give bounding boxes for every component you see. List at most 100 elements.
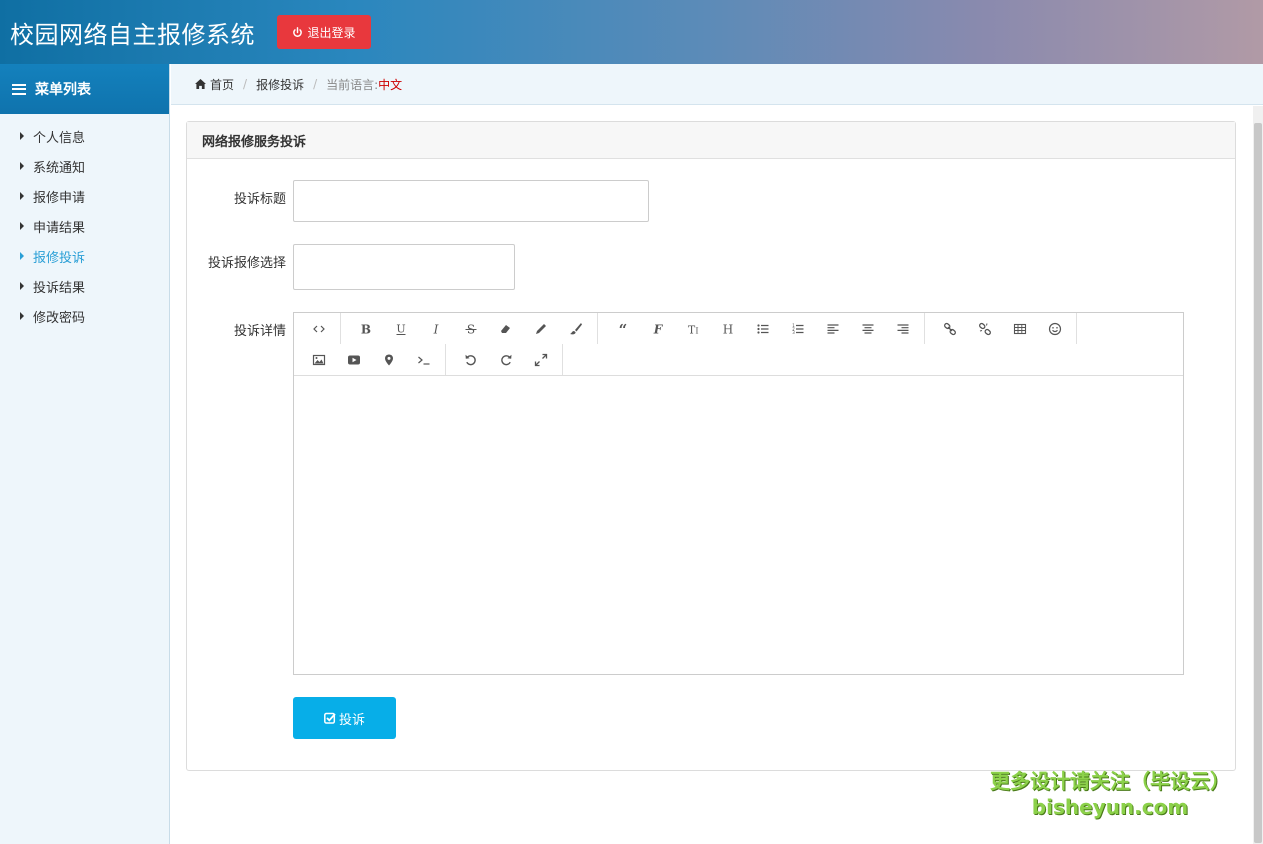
complaint-detail-editor[interactable] [294, 376, 1183, 674]
blockquote-button[interactable]: “ [605, 315, 640, 343]
image-icon [312, 354, 325, 365]
blockquote-icon: “ [618, 322, 627, 336]
list-icon [12, 83, 26, 95]
align-center-icon [862, 323, 873, 334]
table-icon [1013, 323, 1026, 334]
location-icon [384, 354, 393, 365]
toolbar-group: BUIS [341, 313, 598, 344]
fullscreen-button[interactable] [523, 346, 558, 374]
breadcrumb-home-link[interactable]: 首页 [210, 76, 234, 93]
sidebar-item-label: 申请结果 [33, 220, 86, 236]
complaint-title-label: 投诉标题 [233, 192, 286, 207]
svg-text:3: 3 [792, 330, 795, 335]
emoji-icon [1048, 322, 1061, 335]
sidebar-item-notifications[interactable]: 系统通知 [0, 151, 169, 181]
italic-icon: I [432, 322, 438, 336]
sidebar-heading: 菜单列表 [35, 82, 91, 98]
complaint-detail-label: 投诉详情 [233, 324, 286, 339]
repair-select-field[interactable] [293, 244, 515, 290]
brush-button[interactable] [558, 315, 593, 343]
align-left-button[interactable] [815, 315, 850, 343]
top-header: 校园网络自主报修系统 退出登录 [0, 0, 1263, 64]
submit-complaint-button[interactable]: 投诉 [293, 697, 396, 739]
eraser-icon [500, 324, 510, 333]
pencil-button[interactable] [523, 315, 558, 343]
svg-text:F: F [652, 322, 663, 336]
link-button[interactable] [932, 315, 967, 343]
watermark-line2: bisheyun.com [1031, 795, 1189, 819]
eraser-button[interactable] [488, 315, 523, 343]
main-content: 网络报修服务投诉 投诉标题 投诉报修选择 投诉详情 B U I S “ F T I H 1 2 3 投… [171, 106, 1253, 844]
redo-icon [500, 354, 511, 365]
toolbar-group [294, 313, 341, 344]
sidebar-item-repair-complaint[interactable]: 报修投诉 [0, 241, 169, 271]
language-value[interactable]: 中文 [378, 76, 402, 93]
font-size-button[interactable]: TI [675, 315, 710, 343]
logout-label: 退出登录 [307, 25, 356, 40]
fullscreen-icon [534, 353, 547, 366]
strikethrough-button[interactable]: S [453, 315, 488, 343]
sidebar-item-repair-request[interactable]: 报修申请 [0, 181, 169, 211]
caret-right-icon [20, 312, 24, 320]
power-icon [293, 26, 303, 37]
undo-button[interactable] [453, 346, 488, 374]
video-button[interactable] [336, 346, 371, 374]
complaint-panel: 网络报修服务投诉 投诉标题 投诉报修选择 投诉详情 B U I S “ F T I H 1 2 3 投… [186, 121, 1236, 771]
undo-icon [465, 354, 476, 365]
svg-text:“: “ [618, 322, 627, 336]
redo-button[interactable] [488, 346, 523, 374]
breadcrumb: 首页 / 报修投诉 / 当前语言: 中文 [171, 64, 1263, 105]
svg-text:B: B [360, 322, 370, 336]
sidebar-item-complaint-results[interactable]: 投诉结果 [0, 271, 169, 301]
toolbar-group [294, 344, 446, 375]
align-right-button[interactable] [885, 315, 920, 343]
toolbar-group [446, 344, 563, 375]
bold-icon: B [360, 322, 370, 336]
breadcrumb-separator: / [243, 77, 248, 91]
code-view-button[interactable] [301, 315, 336, 343]
unlink-button[interactable] [967, 315, 1002, 343]
watermark-line1: 更多设计请关注（毕设云） [990, 769, 1230, 793]
ordered-list-button[interactable]: 123 [780, 315, 815, 343]
sidebar-item-label: 系统通知 [33, 160, 86, 176]
video-icon [347, 355, 360, 364]
font-button[interactable]: F [640, 315, 675, 343]
underline-button[interactable]: U [383, 315, 418, 343]
image-button[interactable] [301, 346, 336, 374]
watermark: 更多设计请关注（毕设云） bisheyun.com [980, 766, 1240, 818]
svg-text:I: I [432, 322, 438, 336]
code-block-icon [417, 356, 429, 365]
repair-select-label: 投诉报修选择 [207, 256, 286, 271]
sidebar-item-change-password[interactable]: 修改密码 [0, 301, 169, 331]
breadcrumb-current[interactable]: 报修投诉 [256, 76, 304, 93]
table-button[interactable] [1002, 315, 1037, 343]
ordered-list-icon: 123 [792, 323, 803, 335]
brush-icon [569, 322, 582, 334]
italic-button[interactable]: I [418, 315, 453, 343]
bold-button[interactable]: B [348, 315, 383, 343]
home-icon [195, 79, 206, 89]
location-button[interactable] [371, 346, 406, 374]
sidebar-header: 菜单列表 [0, 64, 169, 114]
font-size-icon: TI [687, 323, 698, 336]
emoji-button[interactable] [1037, 315, 1072, 343]
heading-button[interactable]: H [710, 315, 745, 343]
unordered-list-button[interactable] [745, 315, 780, 343]
logout-button[interactable]: 退出登录 [277, 15, 371, 49]
caret-right-icon [20, 222, 24, 230]
language-label: 当前语言: [326, 77, 379, 92]
underline-icon: U [396, 322, 405, 335]
scrollbar-thumb[interactable] [1254, 123, 1262, 843]
code-block-button[interactable] [406, 346, 441, 374]
vertical-scrollbar[interactable] [1253, 106, 1263, 844]
svg-text:I: I [695, 326, 698, 335]
sidebar-item-label: 报修投诉 [33, 250, 86, 266]
align-right-icon [897, 323, 908, 334]
sidebar-menu: 个人信息 系统通知 报修申请 申请结果 报修投诉 投诉结果 修改密码 [0, 121, 169, 331]
sidebar-item-label: 报修申请 [33, 190, 86, 206]
sidebar-item-personal-info[interactable]: 个人信息 [0, 121, 169, 151]
complaint-title-input[interactable] [293, 180, 649, 222]
sidebar-item-request-results[interactable]: 申请结果 [0, 211, 169, 241]
editor-toolbar: B U I S “ F T I H 1 2 3 [294, 313, 1183, 376]
align-center-button[interactable] [850, 315, 885, 343]
